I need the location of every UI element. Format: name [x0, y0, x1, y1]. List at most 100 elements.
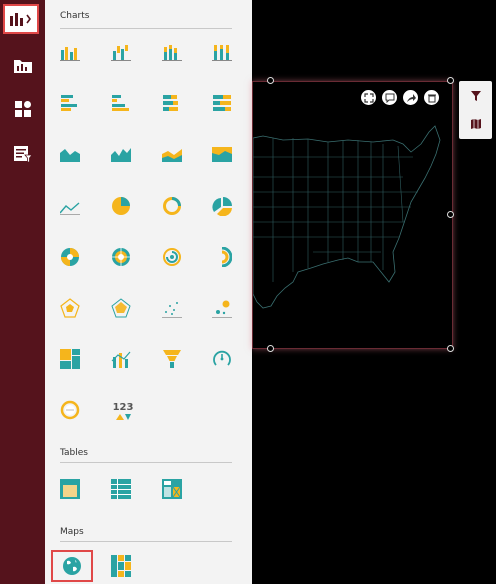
comment-icon [385, 93, 394, 103]
treemap-icon [60, 349, 80, 369]
grouped-bar-icon [112, 95, 129, 111]
map-widget[interactable] [252, 81, 453, 349]
tables-divider [60, 462, 232, 463]
combination-chart-tile[interactable] [109, 347, 133, 371]
area-chart-tile[interactable] [58, 142, 82, 166]
funnel-chart-tile[interactable] [160, 347, 184, 371]
sunburst-tile[interactable] [109, 245, 133, 269]
percent-column-tile[interactable] [210, 40, 234, 64]
tables-section-title: Tables [60, 448, 88, 458]
stacked-bar-icon [163, 95, 178, 111]
delete-tool[interactable] [424, 90, 439, 105]
charts-section-title: Charts [60, 11, 90, 21]
gauge-chart-icon [213, 350, 231, 366]
grid-table-tile[interactable] [58, 477, 82, 501]
pie-chart-tile[interactable] [109, 194, 133, 218]
percent-bar-tile[interactable] [210, 91, 234, 115]
grouped-column-icon [111, 45, 131, 61]
grid-table-icon [60, 479, 80, 499]
bar-chart-icon [10, 13, 31, 26]
pie-of-pie-tile[interactable] [58, 245, 82, 269]
stacked-column-icon [162, 45, 182, 61]
grouped-column-tile[interactable] [109, 40, 133, 64]
polar-chart-icon [111, 298, 131, 318]
polar-chart-tile[interactable] [109, 296, 133, 320]
sunburst-icon [112, 248, 130, 266]
heatmap-tile[interactable] [109, 554, 133, 578]
widget-panel: Charts 123 Tables Maps [45, 0, 253, 584]
globe-icon [63, 557, 81, 575]
radial-bar-tile[interactable] [160, 245, 184, 269]
left-rail [0, 0, 45, 584]
percent-column-icon [212, 45, 232, 61]
bar-chart-tile[interactable] [58, 91, 82, 115]
semi-donut-tile[interactable] [210, 245, 234, 269]
data-source-button[interactable] [4, 51, 41, 81]
widget-side-toolbar [459, 81, 492, 139]
bubble-chart-tile[interactable] [210, 296, 234, 320]
resize-handle-bottom-right[interactable] [447, 345, 454, 352]
percent-bar-icon [213, 95, 231, 111]
progress-ring-tile[interactable] [58, 398, 82, 422]
percent-area-icon [212, 147, 232, 162]
exploded-pie-icon [212, 197, 232, 216]
radar-chart-tile[interactable] [58, 296, 82, 320]
radial-bar-icon [163, 248, 181, 266]
delete-icon [427, 94, 436, 102]
radar-chart-icon [60, 298, 80, 318]
scatter-chart-tile[interactable] [160, 296, 184, 320]
stacked-bar-tile[interactable] [160, 91, 184, 115]
column-chart-icon [60, 47, 80, 61]
filter-document-icon [13, 146, 33, 163]
bubble-chart-icon [212, 300, 232, 318]
list-table-icon [111, 479, 131, 499]
kpi-value-text: 123 [112, 402, 134, 413]
area-chart-icon [60, 149, 80, 162]
charts-button[interactable] [3, 4, 39, 34]
resize-handle-right[interactable] [447, 211, 454, 218]
stacked-area-tile[interactable] [160, 142, 184, 166]
combination-chart-icon [111, 351, 131, 368]
stacked-column-tile[interactable] [160, 40, 184, 64]
donut-chart-tile[interactable] [160, 194, 184, 218]
resize-handle-top[interactable] [267, 77, 274, 84]
gauge-chart-tile[interactable] [210, 347, 234, 371]
filter-icon[interactable] [471, 91, 481, 101]
list-table-tile[interactable] [109, 477, 133, 501]
percent-area-tile[interactable] [210, 142, 234, 166]
expand-icon [363, 92, 374, 103]
spline-area-tile[interactable] [109, 142, 133, 166]
usa-map [253, 125, 441, 309]
share-icon [406, 93, 416, 102]
line-chart-icon [60, 202, 80, 215]
grid-icon [14, 101, 31, 117]
kpi-card-tile[interactable]: 123 [109, 398, 137, 426]
pivot-table-icon [162, 479, 182, 499]
line-chart-tile[interactable] [58, 194, 82, 218]
funnel-chart-icon [163, 350, 181, 368]
kpi-arrows-icon [116, 414, 131, 420]
progress-ring-icon [60, 400, 80, 420]
dashboard-button[interactable] [4, 94, 41, 124]
share-tool[interactable] [403, 90, 418, 105]
pie-chart-icon [112, 197, 130, 215]
filter-list-button[interactable] [4, 139, 41, 169]
semi-donut-icon [221, 247, 232, 267]
heatmap-icon [111, 555, 131, 577]
maps-divider [60, 541, 232, 542]
resize-handle-bottom[interactable] [267, 345, 274, 352]
charts-divider [60, 28, 232, 29]
exploded-pie-tile[interactable] [210, 194, 234, 218]
treemap-tile[interactable] [58, 347, 82, 371]
pivot-table-tile[interactable] [160, 477, 184, 501]
bar-chart-icon [61, 95, 77, 111]
column-chart-tile[interactable] [58, 40, 82, 64]
expand-tool[interactable] [361, 90, 376, 105]
map-tile[interactable] [51, 550, 93, 582]
folder-chart-icon [13, 60, 32, 73]
stacked-area-icon [162, 149, 182, 162]
grouped-bar-tile[interactable] [109, 91, 133, 115]
resize-handle-top-right[interactable] [447, 77, 454, 84]
map-icon[interactable] [471, 119, 481, 129]
comment-tool[interactable] [382, 90, 397, 105]
